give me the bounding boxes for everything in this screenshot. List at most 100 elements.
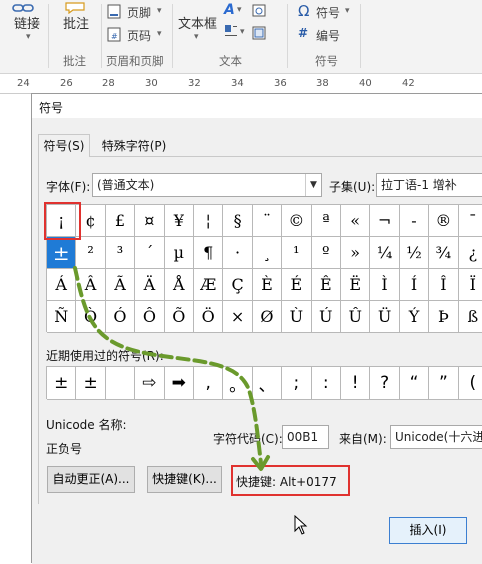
symbol-cell[interactable]: ¥: [164, 205, 194, 237]
char-code-label: 字符代码(C):: [213, 432, 283, 446]
recent-symbol-cell[interactable]: :: [311, 367, 341, 400]
symbol-cell[interactable]: Ë: [341, 269, 371, 301]
symbol-cell[interactable]: Õ: [164, 301, 194, 333]
symbol-cell[interactable]: Ü: [370, 301, 400, 333]
symbol-cell[interactable]: ×: [223, 301, 253, 333]
datetime-icon[interactable]: [252, 3, 266, 17]
symbol-cell[interactable]: ¾: [429, 237, 459, 269]
recent-symbol-cell[interactable]: ,: [194, 367, 224, 400]
group-header-footer: 页眉和页脚: [106, 54, 164, 68]
symbol-cell[interactable]: Ã: [105, 269, 136, 301]
page-number-label: 页码: [127, 29, 152, 43]
tab-special-chars-label: 特殊字符(P): [101, 139, 167, 153]
symbol-cell[interactable]: Î: [429, 269, 459, 301]
symbol-cell[interactable]: ·: [223, 237, 253, 269]
symbol-cell[interactable]: Á: [47, 269, 77, 301]
symbol-cell[interactable]: Ì: [370, 269, 400, 301]
symbol-cell[interactable]: ¯: [458, 205, 482, 237]
recent-symbol-cell[interactable]: ”: [429, 367, 459, 400]
recent-symbol-cell[interactable]: ?: [370, 367, 400, 400]
chevron-down-icon: ▾: [26, 32, 31, 42]
symbol-cell[interactable]: ¸: [252, 237, 283, 269]
symbol-cell[interactable]: ¨: [252, 205, 283, 237]
recent-symbol-cell[interactable]: [105, 367, 136, 400]
symbol-cell[interactable]: Û: [341, 301, 371, 333]
symbol-cell[interactable]: ¦: [194, 205, 224, 237]
ruler: 24 26 28 30 32 34 36 38 40 42: [0, 74, 482, 94]
symbol-cell[interactable]: º: [311, 237, 341, 269]
symbol-cell[interactable]: Ä: [135, 269, 165, 301]
from-select[interactable]: Unicode(十六进: [390, 425, 482, 449]
symbol-cell[interactable]: Å: [164, 269, 194, 301]
symbol-cell[interactable]: ¶: [194, 237, 224, 269]
subset-select[interactable]: 拉丁语-1 增补: [376, 173, 482, 197]
symbol-cell[interactable]: »: [341, 237, 371, 269]
symbol-cell[interactable]: ®: [429, 205, 459, 237]
symbol-cell[interactable]: Æ: [194, 269, 224, 301]
symbol-cell[interactable]: ³: [105, 237, 136, 269]
tab-symbols[interactable]: 符号(S): [38, 134, 90, 157]
textbox-button[interactable]: 文本框 ▾: [176, 0, 220, 48]
number-button[interactable]: # 编号: [296, 26, 356, 44]
symbol-cell[interactable]: Í: [399, 269, 430, 301]
symbol-cell[interactable]: Ñ: [47, 301, 77, 333]
char-code-input[interactable]: 00B1: [282, 425, 329, 449]
footer-button[interactable]: 页脚 ▾: [105, 3, 169, 21]
symbol-cell[interactable]: ¿: [458, 237, 482, 269]
shortcut-key-button[interactable]: 快捷键(K)...: [147, 466, 222, 493]
symbol-cell[interactable]: Ù: [282, 301, 312, 333]
symbol-cell[interactable]: ½: [399, 237, 430, 269]
symbol-cell[interactable]: Â: [76, 269, 106, 301]
wordart-icon[interactable]: A: [224, 2, 235, 18]
symbol-cell[interactable]: Ý: [399, 301, 430, 333]
symbol-cell[interactable]: «: [341, 205, 371, 237]
symbol-cell[interactable]: Ø: [252, 301, 283, 333]
font-select[interactable]: (普通文本) ▼: [92, 173, 322, 197]
object-icon[interactable]: [252, 26, 266, 40]
recent-symbol-cell[interactable]: ➡: [164, 367, 194, 400]
symbol-cell[interactable]: Ç: [223, 269, 253, 301]
symbol-cell[interactable]: ©: [282, 205, 312, 237]
comment-label: 批注: [63, 17, 90, 32]
recent-symbol-cell[interactable]: 。: [223, 367, 253, 400]
symbol-cell[interactable]: ¼: [370, 237, 400, 269]
recent-symbol-cell[interactable]: (: [458, 367, 482, 400]
recent-symbol-cell[interactable]: ⇨: [135, 367, 165, 400]
recent-symbol-cell[interactable]: !: [341, 367, 371, 400]
symbol-cell[interactable]: Ô: [135, 301, 165, 333]
symbol-cell[interactable]: È: [252, 269, 283, 301]
symbol-cell[interactable]: -: [399, 205, 430, 237]
symbol-cell[interactable]: ß: [458, 301, 482, 333]
page-number-button[interactable]: # 页码 ▾: [105, 26, 169, 44]
symbol-cell[interactable]: µ: [164, 237, 194, 269]
recent-symbol-cell[interactable]: ;: [282, 367, 312, 400]
symbol-button[interactable]: Ω 符号 ▾: [296, 2, 356, 21]
selected-symbol-cell[interactable]: ±: [47, 237, 77, 269]
symbol-cell[interactable]: Ö: [194, 301, 224, 333]
symbol-cell[interactable]: ²: [76, 237, 106, 269]
symbol-cell[interactable]: Ú: [311, 301, 341, 333]
symbol-cell[interactable]: ¬: [370, 205, 400, 237]
symbol-cell[interactable]: ¤: [135, 205, 165, 237]
recent-symbol-cell[interactable]: 、: [252, 367, 283, 400]
symbol-cell[interactable]: Ò: [76, 301, 106, 333]
symbol-cell[interactable]: Ó: [105, 301, 136, 333]
recent-symbol-cell[interactable]: ±: [76, 367, 106, 400]
symbol-cell[interactable]: £: [105, 205, 136, 237]
symbol-cell[interactable]: Þ: [429, 301, 459, 333]
symbol-cell[interactable]: ¹: [282, 237, 312, 269]
autocorrect-button[interactable]: 自动更正(A)...: [47, 466, 135, 493]
recent-symbol-cell[interactable]: ±: [47, 367, 77, 400]
symbol-cell[interactable]: Ï: [458, 269, 482, 301]
link-button[interactable]: 链接 ▾: [0, 0, 46, 48]
symbol-cell[interactable]: ª: [311, 205, 341, 237]
tab-special-chars[interactable]: 特殊字符(P): [96, 136, 172, 156]
dropcap-icon[interactable]: [224, 24, 238, 38]
symbol-cell[interactable]: Ê: [311, 269, 341, 301]
symbol-cell[interactable]: É: [282, 269, 312, 301]
symbol-cell[interactable]: §: [223, 205, 253, 237]
comment-button[interactable]: 批注: [52, 0, 98, 48]
insert-button[interactable]: 插入(I): [389, 517, 467, 544]
symbol-cell[interactable]: ´: [135, 237, 165, 269]
recent-symbol-cell[interactable]: “: [399, 367, 430, 400]
